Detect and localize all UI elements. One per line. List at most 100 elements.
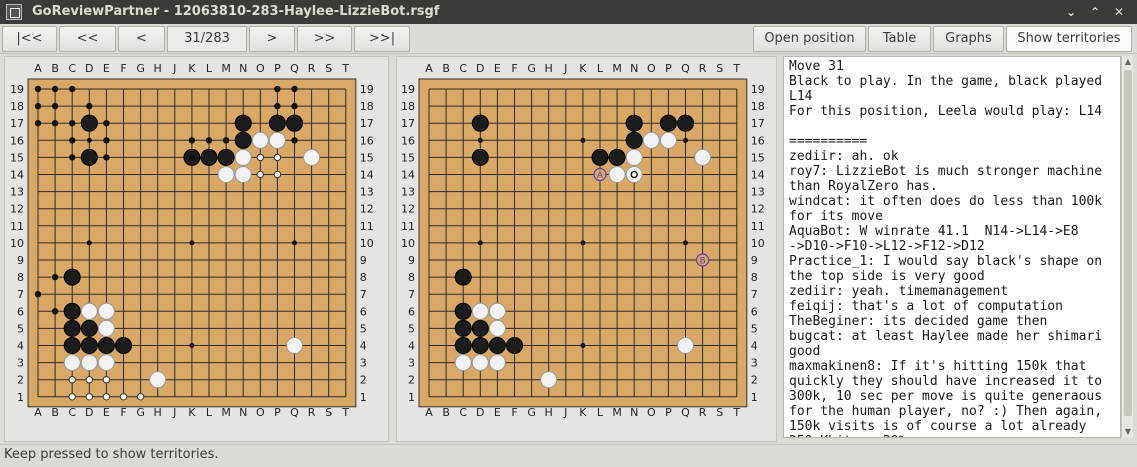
row-label: 17 bbox=[751, 117, 765, 130]
black-territory-mark bbox=[34, 102, 42, 110]
close-icon[interactable]: ✕ bbox=[1110, 3, 1128, 21]
black-stone bbox=[234, 114, 252, 132]
column-label: F bbox=[511, 406, 517, 419]
comment-text-area[interactable]: Move 31 Black to play. In the game, blac… bbox=[783, 56, 1121, 438]
row-label: 13 bbox=[360, 186, 374, 199]
column-label: D bbox=[476, 62, 484, 75]
row-label: 11 bbox=[401, 220, 415, 233]
white-stone bbox=[80, 354, 98, 372]
minimize-icon[interactable]: ⌄ bbox=[1062, 3, 1080, 21]
open-position-button[interactable]: Open position bbox=[753, 26, 866, 52]
row-label: 18 bbox=[360, 100, 374, 113]
row-label: 3 bbox=[408, 357, 415, 370]
graphs-button[interactable]: Graphs bbox=[933, 26, 1004, 52]
row-label: 6 bbox=[408, 305, 415, 318]
white-stone bbox=[488, 302, 506, 320]
black-territory-mark bbox=[205, 137, 213, 144]
column-label: L bbox=[206, 62, 213, 75]
left-go-board[interactable]: AABBCCDDEEFFGGHHJJKKLLMMNNOOPPQQRRSSTT19… bbox=[5, 57, 390, 443]
column-label: O bbox=[256, 406, 265, 419]
row-label: 1 bbox=[408, 391, 415, 404]
column-label: M bbox=[612, 406, 622, 419]
row-label: 14 bbox=[401, 169, 415, 182]
row-label: 9 bbox=[751, 254, 758, 267]
row-label: 10 bbox=[401, 237, 415, 250]
forward-ten-button[interactable]: >> bbox=[297, 26, 352, 52]
right-go-board[interactable]: AABBCCDDEEFFGGHHJJKKLLMMNNOOPPQQRRSSTT19… bbox=[397, 57, 778, 443]
back-ten-button[interactable]: << bbox=[59, 26, 116, 52]
previous-move-button[interactable]: < bbox=[118, 26, 165, 52]
column-label: E bbox=[103, 62, 110, 75]
show-territories-button[interactable]: Show territories bbox=[1006, 26, 1132, 52]
scroll-down-icon[interactable]: ▼ bbox=[1122, 426, 1134, 438]
column-label: D bbox=[85, 62, 93, 75]
white-stone bbox=[149, 371, 167, 389]
variation-label: A bbox=[597, 171, 604, 181]
row-label: 6 bbox=[751, 305, 758, 318]
black-stone bbox=[608, 148, 626, 166]
row-label: 8 bbox=[360, 271, 367, 284]
row-label: 2 bbox=[408, 374, 415, 387]
column-label: B bbox=[442, 62, 450, 75]
maximize-icon[interactable]: ⌃ bbox=[1086, 3, 1104, 21]
black-territory-mark bbox=[51, 308, 59, 315]
black-stone bbox=[80, 336, 98, 355]
star-point bbox=[189, 240, 195, 246]
row-label: 1 bbox=[751, 391, 758, 404]
white-stone bbox=[268, 131, 286, 149]
column-label: P bbox=[274, 406, 281, 419]
black-territory-mark bbox=[69, 137, 76, 144]
comment-scrollbar[interactable]: ▲ ▼ bbox=[1121, 56, 1133, 438]
black-stone bbox=[488, 336, 506, 355]
black-territory-mark bbox=[51, 120, 59, 127]
row-label: 12 bbox=[10, 203, 24, 216]
row-label: 16 bbox=[751, 134, 765, 147]
black-territory-mark bbox=[103, 120, 110, 127]
column-label: E bbox=[494, 406, 501, 419]
black-territory-mark bbox=[34, 85, 42, 93]
white-territory-mark bbox=[102, 393, 111, 401]
star-point bbox=[580, 343, 586, 348]
first-move-button[interactable]: |<< bbox=[2, 26, 57, 52]
column-label: N bbox=[630, 62, 638, 75]
black-territory-mark bbox=[103, 154, 110, 161]
table-button[interactable]: Table bbox=[868, 26, 931, 52]
row-label: 2 bbox=[17, 374, 24, 387]
white-stone bbox=[642, 131, 660, 149]
column-label: J bbox=[563, 62, 567, 75]
window-title: GoReviewPartner - 12063810-283-Haylee-Li… bbox=[32, 4, 440, 19]
scroll-up-icon[interactable]: ▲ bbox=[1122, 56, 1134, 68]
star-point bbox=[580, 137, 586, 143]
status-text: Keep pressed to show territories. bbox=[4, 447, 219, 462]
black-territory-mark bbox=[86, 102, 93, 110]
black-stone bbox=[268, 114, 286, 132]
row-label: 18 bbox=[751, 100, 765, 113]
row-label: 19 bbox=[360, 83, 374, 96]
column-label: H bbox=[545, 406, 553, 419]
row-label: 19 bbox=[401, 83, 415, 96]
column-label: L bbox=[597, 406, 604, 419]
row-label: 3 bbox=[360, 357, 367, 370]
column-label: T bbox=[732, 406, 740, 419]
last-move-button[interactable]: >>| bbox=[354, 26, 410, 52]
star-point bbox=[477, 137, 483, 143]
white-territory-mark bbox=[68, 393, 76, 401]
row-label: 13 bbox=[10, 186, 24, 199]
column-label: N bbox=[630, 406, 638, 419]
row-label: 13 bbox=[401, 186, 415, 199]
column-label: C bbox=[459, 406, 467, 419]
column-label: J bbox=[172, 406, 176, 419]
column-label: N bbox=[239, 406, 247, 419]
row-label: 18 bbox=[401, 100, 415, 113]
row-label: 9 bbox=[408, 254, 415, 267]
column-label: T bbox=[341, 62, 349, 75]
scrollbar-thumb[interactable] bbox=[1124, 70, 1132, 416]
column-label: G bbox=[136, 406, 145, 419]
next-move-button[interactable]: > bbox=[249, 26, 295, 52]
row-label: 10 bbox=[751, 237, 765, 250]
black-territory-mark bbox=[274, 102, 281, 110]
white-territory-mark bbox=[85, 376, 94, 384]
column-label: O bbox=[647, 62, 656, 75]
column-label: B bbox=[51, 406, 59, 419]
column-label: B bbox=[442, 406, 450, 419]
